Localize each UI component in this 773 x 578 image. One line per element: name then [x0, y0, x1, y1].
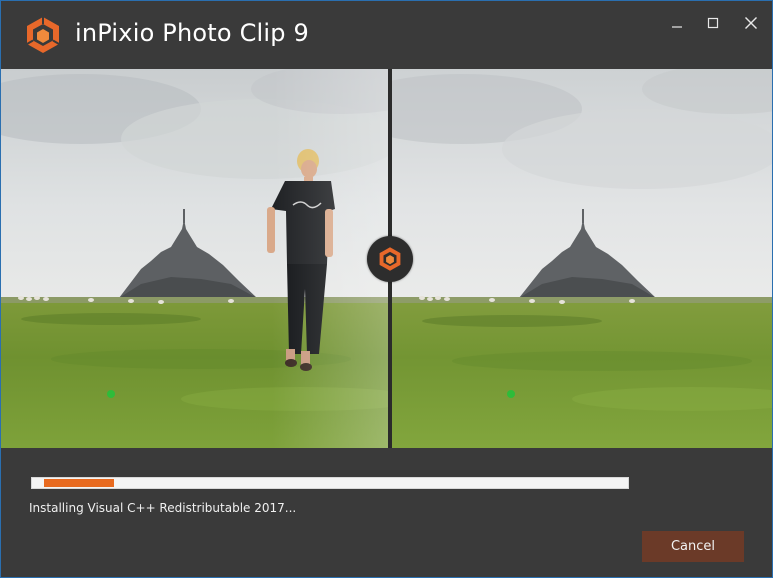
- inpixio-logo-icon: [26, 17, 60, 53]
- installer-window: inPixio Photo Clip 9 Installing Visual C…: [0, 0, 773, 578]
- install-progress-panel: Installing Visual C++ Redistributable 20…: [1, 448, 772, 577]
- minimize-icon: [672, 26, 682, 28]
- photo-before: [1, 69, 388, 448]
- maximize-button[interactable]: [698, 9, 728, 37]
- inpixio-logo-icon: [379, 247, 401, 271]
- title-bar[interactable]: inPixio Photo Clip 9: [1, 1, 772, 69]
- before-after-preview: [1, 69, 772, 448]
- cancel-button[interactable]: Cancel: [642, 531, 744, 562]
- compare-slider-handle[interactable]: [367, 236, 413, 282]
- install-status-text: Installing Visual C++ Redistributable 20…: [29, 501, 297, 515]
- install-progress-fill: [44, 479, 114, 487]
- maximize-icon: [707, 17, 719, 29]
- close-button[interactable]: [736, 9, 766, 37]
- install-progress-bar: [31, 477, 629, 489]
- app-title: inPixio Photo Clip 9: [75, 19, 309, 47]
- minimize-button[interactable]: [662, 9, 692, 37]
- close-icon: [745, 17, 757, 29]
- photo-after: [392, 69, 772, 448]
